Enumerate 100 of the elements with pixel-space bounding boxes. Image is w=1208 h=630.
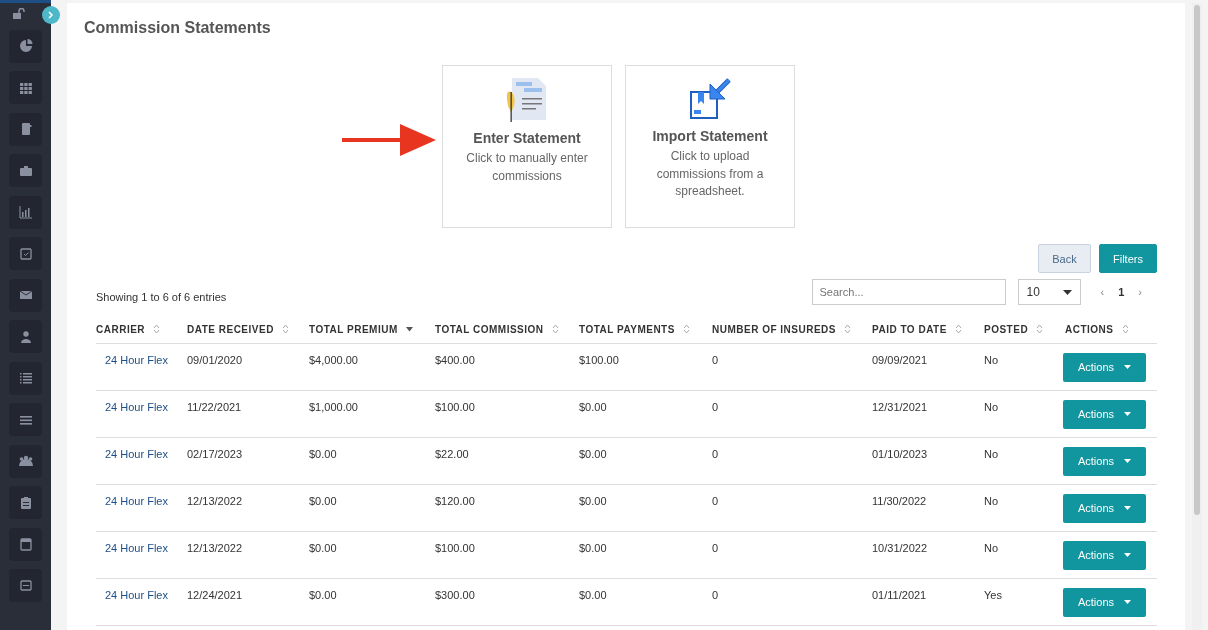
table-cell-text: $400.00	[435, 354, 476, 366]
back-button[interactable]: Back	[1038, 244, 1091, 273]
sidebar-item[interactable]	[9, 71, 42, 104]
carrier-link[interactable]: 24 Hour Flex	[96, 495, 168, 507]
actions-button[interactable]: Actions	[1063, 493, 1146, 523]
unlock-icon	[13, 8, 26, 19]
caret-icon	[1124, 365, 1132, 369]
column-header[interactable]: CARRIER	[96, 323, 146, 335]
statement-option-card[interactable]: Enter Statement Click to manually enter commissions	[442, 65, 612, 228]
table-cell-text: $100.00	[579, 354, 620, 366]
table-cell-text: 0	[712, 354, 720, 366]
column-header[interactable]: POSTED	[984, 323, 1029, 335]
table-cell-text: 12/13/2022	[187, 495, 244, 507]
calendar-icon	[17, 536, 34, 552]
table-cell-text: $100.00	[435, 401, 476, 413]
table-cell-text: $120.00	[435, 495, 476, 507]
table-cell-text: $0.00	[309, 495, 338, 507]
page-size-select[interactable]: 10	[1017, 279, 1081, 305]
column-header[interactable]: NUMBER OF INSUREDS	[712, 323, 836, 335]
caret-icon	[1124, 506, 1132, 510]
sidebar-item[interactable]	[9, 112, 42, 146]
page-link[interactable]: 1	[1118, 286, 1125, 298]
option-description: Click to manually enter commissions	[465, 150, 589, 185]
table-cell-text: 01/11/2021	[872, 589, 928, 601]
sidebar-item[interactable]	[9, 569, 42, 602]
expand-sidebar-button[interactable]	[42, 6, 60, 24]
sidebar-item[interactable]	[9, 237, 42, 270]
caret-icon	[1124, 459, 1132, 463]
entries-info: Showing 1 to 6 of 6 entries	[96, 291, 227, 303]
caret-icon	[1124, 553, 1132, 557]
sidebar-item[interactable]	[9, 278, 42, 312]
filters-button[interactable]: Filters	[1099, 244, 1157, 273]
table-cell-text: $100.00	[435, 542, 476, 554]
actions-button[interactable]: Actions	[1063, 399, 1146, 429]
caret-icon	[1124, 412, 1132, 416]
bar-chart-icon	[17, 204, 34, 220]
carrier-link[interactable]: 24 Hour Flex	[96, 448, 168, 460]
table-cell-text: 12/24/2021	[187, 589, 244, 601]
option-title: Enter Statement	[473, 130, 581, 146]
actions-button[interactable]: Actions	[1063, 352, 1146, 382]
table-cell-text: 01/10/2023	[872, 448, 929, 460]
next-page-link[interactable]: ›	[1138, 286, 1142, 298]
table-cell-text: 12/13/2022	[187, 542, 244, 554]
table-cell-text: 0	[712, 542, 720, 554]
search-field[interactable]: Search...	[811, 279, 1006, 305]
calendar-check-icon	[17, 245, 34, 262]
chevron-right-icon	[48, 11, 54, 19]
table-cell-text: $4,000.00	[309, 354, 359, 366]
table-cell-text: $1,000.00	[309, 401, 359, 413]
carrier-link[interactable]: 24 Hour Flex	[96, 401, 168, 413]
table-cell-text: 0	[712, 448, 720, 460]
carrier-link[interactable]: 24 Hour Flex	[96, 589, 168, 601]
table-cell-text: 02/17/2023	[187, 448, 244, 460]
table-cell-text: 11/30/2022	[872, 495, 928, 507]
table-cell-text: 0	[712, 495, 720, 507]
column-header[interactable]: DATE RECEIVED	[187, 323, 274, 335]
column-header[interactable]: TOTAL COMMISSION	[435, 323, 544, 335]
table-cell-text: $0.00	[309, 448, 338, 460]
sidebar-item[interactable]	[9, 361, 42, 395]
table-cell-text: 11/22/2021	[187, 401, 243, 413]
arrow-icon	[342, 123, 436, 157]
table-cell-text: 12/31/2021	[872, 401, 929, 413]
table-cell-text: $0.00	[579, 401, 608, 413]
table-cell-text: No	[984, 448, 1000, 460]
statement-option-card[interactable]: Import Statement Click to upload commissions from a spreadsheet.	[625, 65, 795, 228]
column-header[interactable]: TOTAL PAYMENTS	[579, 323, 675, 335]
sidebar-item[interactable]	[9, 527, 42, 561]
table-cell-text: 09/09/2021	[872, 354, 929, 366]
table-cell-text: $22.00	[435, 448, 470, 460]
page-title: Commission Statements	[84, 19, 272, 37]
sidebar-item[interactable]	[9, 154, 42, 187]
actions-button[interactable]: Actions	[1063, 446, 1146, 476]
table-cell-text: No	[984, 542, 1000, 554]
table-cell-text: 0	[712, 589, 720, 601]
column-header[interactable]: TOTAL PREMIUM	[309, 323, 398, 335]
users-icon	[17, 453, 34, 469]
list-icon	[17, 370, 34, 386]
table-cell-text: 09/01/2020	[187, 354, 244, 366]
table-cell-text: $0.00	[579, 448, 608, 460]
pie-chart-icon	[17, 38, 34, 54]
sidebar-item[interactable]	[9, 320, 42, 353]
table-cell-text: $0.00	[309, 589, 338, 601]
sidebar-item[interactable]	[9, 486, 42, 519]
actions-button[interactable]: Actions	[1063, 540, 1146, 570]
carrier-link[interactable]: 24 Hour Flex	[96, 542, 168, 554]
actions-button[interactable]: Actions	[1063, 587, 1146, 617]
table-cell-text: $0.00	[579, 495, 608, 507]
box-import-icon	[687, 78, 733, 120]
carrier-link[interactable]: 24 Hour Flex	[96, 354, 168, 366]
previous-page-link[interactable]: ‹	[1100, 286, 1105, 298]
caret-icon	[1062, 289, 1072, 295]
table-cell-text: $0.00	[309, 542, 338, 554]
sidebar-item[interactable]	[9, 403, 42, 436]
sidebar-item[interactable]	[9, 444, 42, 478]
table-cell-text: No	[984, 401, 1000, 413]
column-header[interactable]: ACTIONS	[1065, 323, 1114, 335]
table-cell-text: $300.00	[435, 589, 476, 601]
sidebar-item[interactable]	[9, 29, 42, 63]
column-header[interactable]: PAID TO DATE	[872, 323, 947, 335]
table-cell-text: Yes	[984, 589, 1003, 601]
